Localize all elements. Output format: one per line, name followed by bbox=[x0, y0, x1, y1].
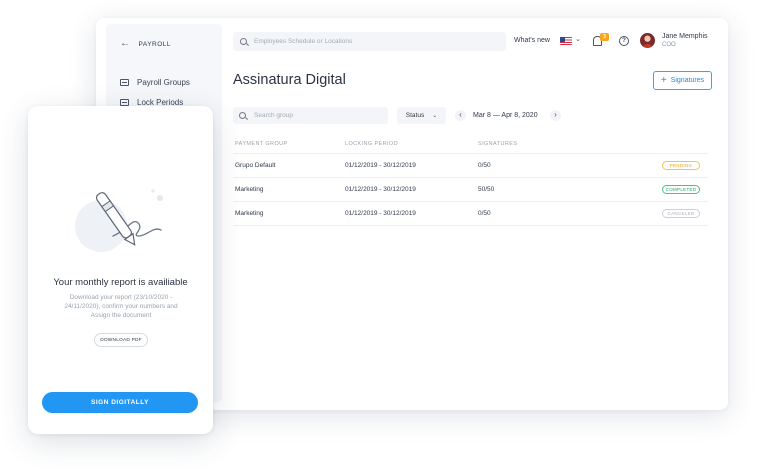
search-icon bbox=[239, 112, 246, 119]
whats-new-link[interactable]: What's new bbox=[514, 37, 550, 44]
card-description: Download your report (23/10/2020 - 24/11… bbox=[64, 294, 178, 319]
search-placeholder: Employees Schedule or Locations bbox=[254, 38, 353, 45]
report-card: Your monthly report is availiable Downlo… bbox=[28, 106, 213, 434]
user-name: Jane Memphis bbox=[662, 33, 708, 40]
status-filter-select[interactable]: Status ⌄ bbox=[397, 107, 446, 124]
signatures-button-label: Signatures bbox=[670, 77, 705, 84]
chevron-left-icon: ‹ bbox=[459, 110, 462, 119]
column-header-signatures[interactable]: SIGNATURES bbox=[478, 141, 517, 147]
plus-icon: + bbox=[660, 74, 667, 86]
sign-digitally-button[interactable]: SIGN DIGITALLY bbox=[42, 392, 198, 413]
user-role: COO bbox=[662, 42, 676, 48]
signatures-cell: 0/50 bbox=[478, 210, 491, 217]
document-icon bbox=[120, 79, 129, 86]
group-search-placeholder: Search group bbox=[254, 112, 294, 119]
column-header-locking-period[interactable]: LOCKING PERIOD bbox=[345, 141, 398, 147]
payment-group-cell: Marketing bbox=[235, 210, 264, 217]
payment-group-cell: Grupo Default bbox=[235, 162, 276, 169]
page-title: Assinatura Digital bbox=[233, 72, 346, 88]
sidebar-item-label: Payroll Groups bbox=[137, 78, 190, 87]
table-row[interactable]: Grupo Default 01/12/2019 - 30/12/2019 0/… bbox=[233, 154, 708, 178]
global-search-input[interactable]: Employees Schedule or Locations bbox=[233, 32, 506, 51]
chevron-down-icon: ⌄ bbox=[432, 113, 438, 119]
chevron-down-icon[interactable]: ⌄ bbox=[575, 35, 581, 43]
previous-range-button[interactable]: ‹ bbox=[455, 110, 466, 121]
avatar[interactable] bbox=[640, 33, 655, 48]
back-to-payroll-link[interactable]: ← PAYROLL bbox=[120, 39, 171, 49]
document-icon bbox=[120, 99, 129, 106]
date-range: Mar 8 — Apr 8, 2020 bbox=[473, 112, 538, 119]
download-pdf-button[interactable]: DOWNLOAD PDF bbox=[94, 333, 148, 347]
locking-period-cell: 01/12/2019 - 30/12/2019 bbox=[345, 162, 416, 169]
table-row[interactable]: Marketing 01/12/2019 - 30/12/2019 50/50 … bbox=[233, 178, 708, 202]
notification-badge: 3 bbox=[600, 33, 609, 41]
chevron-right-icon: › bbox=[554, 110, 557, 119]
status-badge: CANCELED bbox=[662, 209, 700, 218]
add-signatures-button[interactable]: + Signatures bbox=[653, 71, 712, 90]
table-row[interactable]: Marketing 01/12/2019 - 30/12/2019 0/50 C… bbox=[233, 202, 708, 226]
status-badge: PENDING bbox=[662, 161, 700, 170]
status-label: Status bbox=[405, 112, 425, 119]
next-range-button[interactable]: › bbox=[550, 110, 561, 121]
card-title: Your monthly report is availiable bbox=[53, 277, 188, 288]
signatures-cell: 50/50 bbox=[478, 186, 495, 193]
sidebar-item-payroll-groups[interactable]: Payroll Groups bbox=[120, 78, 190, 87]
signing-pen-illustration bbox=[75, 189, 163, 252]
status-badge: COMPLETED bbox=[662, 185, 700, 194]
group-search-input[interactable]: Search group bbox=[233, 107, 388, 124]
search-icon bbox=[240, 38, 247, 45]
signatures-cell: 0/50 bbox=[478, 162, 491, 169]
back-label: PAYROLL bbox=[138, 40, 172, 48]
main-content: Employees Schedule or Locations What's n… bbox=[222, 18, 728, 410]
help-icon[interactable]: ? bbox=[619, 36, 629, 46]
back-arrow-icon: ← bbox=[120, 38, 131, 49]
payment-group-cell: Marketing bbox=[235, 186, 264, 193]
locking-period-cell: 01/12/2019 - 30/12/2019 bbox=[345, 186, 416, 193]
locking-period-cell: 01/12/2019 - 30/12/2019 bbox=[345, 210, 416, 217]
column-header-payment-group[interactable]: PAYMENT GROUP bbox=[235, 141, 288, 147]
us-flag-icon[interactable] bbox=[560, 37, 572, 45]
